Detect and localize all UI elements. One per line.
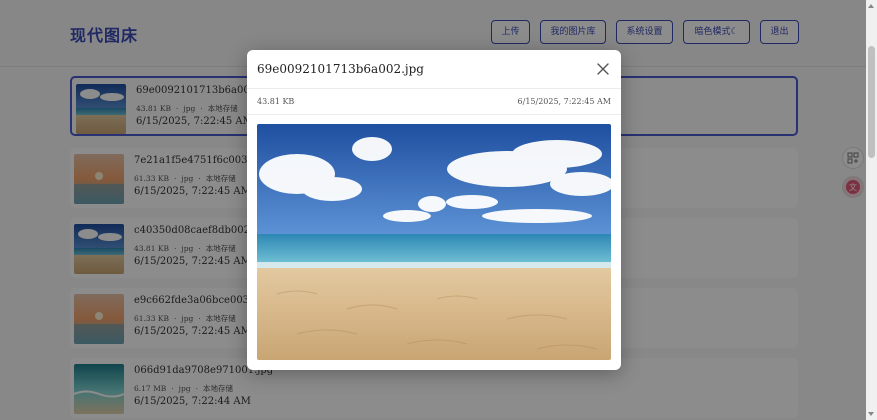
scrollbar[interactable] [866, 0, 877, 420]
modal-title: 69e0092101713b6a002.jpg [257, 62, 424, 76]
scroll-up-arrow-icon[interactable] [868, 4, 874, 8]
image-preview-modal: 69e0092101713b6a002.jpg 43.81 KB 6/15/20… [247, 50, 621, 370]
scroll-down-arrow-icon[interactable] [868, 412, 874, 416]
modal-divider [247, 114, 621, 115]
close-icon[interactable] [596, 62, 610, 76]
modal-divider [247, 88, 621, 89]
scroll-thumb[interactable] [868, 46, 875, 158]
modal-date: 6/15/2025, 7:22:45 AM [517, 97, 611, 106]
image-preview [257, 124, 611, 360]
modal-file-size: 43.81 KB [257, 97, 295, 106]
